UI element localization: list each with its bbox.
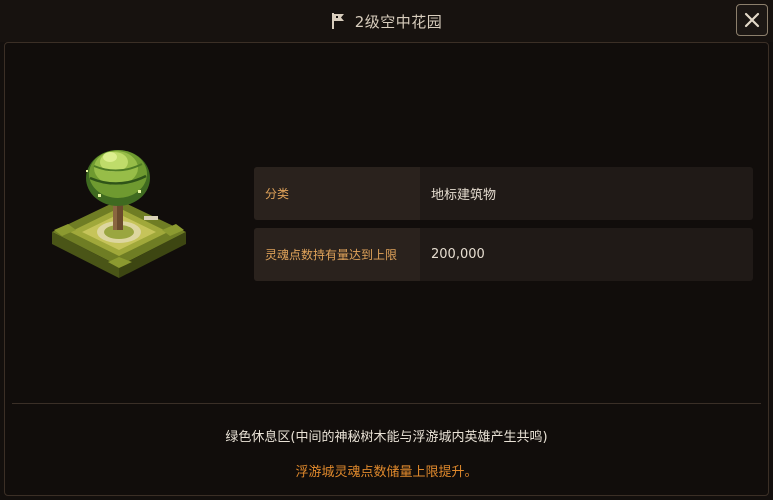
info-label: 灵魂点数持有量达到上限 [254,228,420,281]
info-value: 地标建筑物 [431,188,497,203]
close-icon [744,12,760,28]
dialog-title: 2级空中花园 [354,12,443,31]
divider [12,403,761,404]
building-info-dialog: 2级空中花园 分类 地标建筑物 灵魂点数持有量达到上限 200,000 绿色休息… [0,0,773,500]
info-row-soul-cap: 灵魂点数持有量达到上限 200,000 [254,228,753,281]
flag-icon [331,13,344,29]
building-description: 绿色休息区(中间的神秘树木能与浮游城内英雄产生共鸣) [225,430,548,445]
info-label: 分类 [254,167,420,220]
title-bar: 2级空中花园 [0,0,773,42]
info-row-category: 分类 地标建筑物 [254,167,753,220]
info-value: 200,000 [431,247,485,262]
sky-garden-building-image [52,150,186,278]
close-button[interactable] [736,4,768,36]
building-effect: 浮游城灵魂点数储量上限提升。 [295,465,478,480]
title-group: 2级空中花园 [0,0,773,42]
